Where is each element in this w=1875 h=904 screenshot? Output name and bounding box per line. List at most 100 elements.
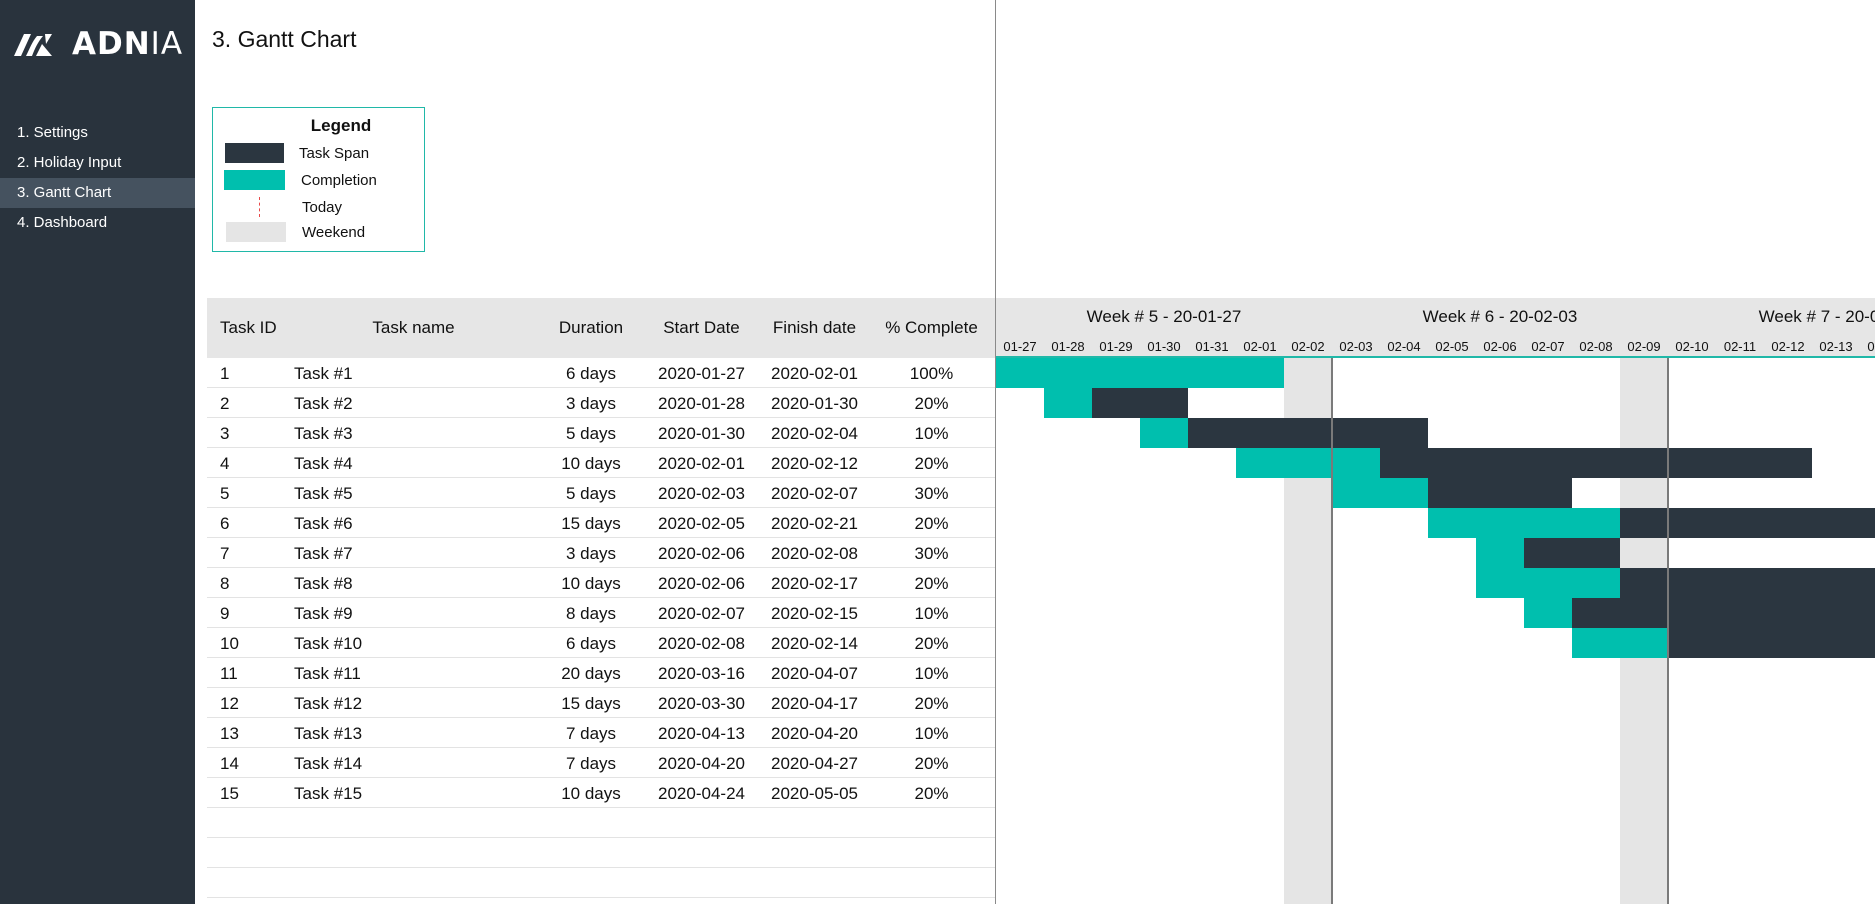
cell-finish-date[interactable]: 2020-02-21 (758, 508, 871, 538)
cell-task-id[interactable]: 8 (220, 568, 229, 598)
cell-task-name[interactable]: Task #1 (294, 358, 353, 388)
task-span-bar[interactable] (1428, 478, 1572, 508)
table-row[interactable]: 11 Task #11 20 days 2020-03-16 2020-04-07 10% (207, 658, 995, 688)
cell-task-name[interactable]: Task #5 (294, 478, 353, 508)
cell-task-name[interactable]: Task #4 (294, 448, 353, 478)
task-span-bar[interactable] (1620, 568, 1875, 598)
cell-task-name[interactable]: Task #9 (294, 598, 353, 628)
cell-duration[interactable]: 10 days (537, 568, 645, 598)
column-header-task-id[interactable]: Task ID (220, 298, 277, 358)
column-header-task-name[interactable]: Task name (307, 298, 520, 358)
cell-percent-complete[interactable]: 20% (871, 628, 992, 658)
table-row[interactable]: 13 Task #13 7 days 2020-04-13 2020-04-20 10% (207, 718, 995, 748)
cell-finish-date[interactable]: 2020-02-12 (758, 448, 871, 478)
cell-task-name[interactable]: Task #14 (294, 748, 362, 778)
cell-start-date[interactable]: 2020-02-03 (645, 478, 758, 508)
completion-bar[interactable] (1572, 628, 1668, 658)
cell-percent-complete[interactable]: 20% (871, 748, 992, 778)
cell-task-id[interactable]: 13 (220, 718, 239, 748)
task-span-bar[interactable] (1668, 628, 1875, 658)
cell-duration[interactable]: 5 days (537, 418, 645, 448)
empty-table-row[interactable] (207, 838, 995, 868)
table-row[interactable]: 5 Task #5 5 days 2020-02-03 2020-02-07 30% (207, 478, 995, 508)
cell-duration[interactable]: 6 days (537, 358, 645, 388)
cell-finish-date[interactable]: 2020-04-17 (758, 688, 871, 718)
cell-task-id[interactable]: 9 (220, 598, 229, 628)
table-row[interactable]: 1 Task #1 6 days 2020-01-27 2020-02-01 100% (207, 358, 995, 388)
cell-task-name[interactable]: Task #2 (294, 388, 353, 418)
cell-percent-complete[interactable]: 10% (871, 718, 992, 748)
cell-task-id[interactable]: 7 (220, 538, 229, 568)
cell-start-date[interactable]: 2020-02-06 (645, 568, 758, 598)
task-span-bar[interactable] (1572, 598, 1875, 628)
completion-bar[interactable] (1476, 568, 1620, 598)
pane-divider[interactable] (995, 0, 996, 904)
completion-bar[interactable] (1476, 538, 1524, 568)
cell-start-date[interactable]: 2020-04-24 (645, 778, 758, 808)
cell-duration[interactable]: 20 days (537, 658, 645, 688)
cell-task-id[interactable]: 11 (220, 658, 238, 688)
cell-task-name[interactable]: Task #12 (294, 688, 362, 718)
cell-percent-complete[interactable]: 20% (871, 448, 992, 478)
cell-task-id[interactable]: 14 (220, 748, 239, 778)
empty-table-row[interactable] (207, 808, 995, 838)
cell-percent-complete[interactable]: 30% (871, 478, 992, 508)
cell-percent-complete[interactable]: 10% (871, 418, 992, 448)
cell-task-name[interactable]: Task #10 (294, 628, 362, 658)
cell-task-id[interactable]: 3 (220, 418, 229, 448)
cell-start-date[interactable]: 2020-01-28 (645, 388, 758, 418)
column-header-finish-date[interactable]: Finish date (758, 298, 871, 358)
cell-percent-complete[interactable]: 100% (871, 358, 992, 388)
cell-percent-complete[interactable]: 30% (871, 538, 992, 568)
cell-finish-date[interactable]: 2020-05-05 (758, 778, 871, 808)
cell-task-name[interactable]: Task #3 (294, 418, 353, 448)
table-row[interactable]: 3 Task #3 5 days 2020-01-30 2020-02-04 10% (207, 418, 995, 448)
cell-start-date[interactable]: 2020-02-01 (645, 448, 758, 478)
task-span-bar[interactable] (1092, 388, 1188, 418)
cell-finish-date[interactable]: 2020-04-27 (758, 748, 871, 778)
cell-task-id[interactable]: 1 (220, 358, 229, 388)
cell-duration[interactable]: 10 days (537, 448, 645, 478)
cell-finish-date[interactable]: 2020-02-01 (758, 358, 871, 388)
cell-percent-complete[interactable]: 10% (871, 658, 992, 688)
table-row[interactable]: 9 Task #9 8 days 2020-02-07 2020-02-15 10% (207, 598, 995, 628)
completion-bar[interactable] (1524, 598, 1572, 628)
cell-duration[interactable]: 8 days (537, 598, 645, 628)
cell-finish-date[interactable]: 2020-04-07 (758, 658, 871, 688)
cell-duration[interactable]: 15 days (537, 508, 645, 538)
cell-duration[interactable]: 6 days (537, 628, 645, 658)
table-row[interactable]: 15 Task #15 10 days 2020-04-24 2020-05-05 20% (207, 778, 995, 808)
empty-table-row[interactable] (207, 868, 995, 898)
cell-finish-date[interactable]: 2020-02-07 (758, 478, 871, 508)
cell-task-id[interactable]: 4 (220, 448, 229, 478)
cell-start-date[interactable]: 2020-04-13 (645, 718, 758, 748)
column-header-start-date[interactable]: Start Date (645, 298, 758, 358)
cell-start-date[interactable]: 2020-03-30 (645, 688, 758, 718)
cell-percent-complete[interactable]: 20% (871, 388, 992, 418)
cell-start-date[interactable]: 2020-02-05 (645, 508, 758, 538)
cell-start-date[interactable]: 2020-02-07 (645, 598, 758, 628)
table-row[interactable]: 14 Task #14 7 days 2020-04-20 2020-04-27 20% (207, 748, 995, 778)
table-row[interactable]: 4 Task #4 10 days 2020-02-01 2020-02-12 20% (207, 448, 995, 478)
cell-task-name[interactable]: Task #11 (294, 658, 361, 688)
cell-duration[interactable]: 15 days (537, 688, 645, 718)
sidebar-item-dashboard[interactable]: 4. Dashboard (0, 208, 195, 238)
completion-bar[interactable] (1428, 508, 1620, 538)
cell-finish-date[interactable]: 2020-01-30 (758, 388, 871, 418)
cell-task-name[interactable]: Task #15 (294, 778, 362, 808)
table-row[interactable]: 7 Task #7 3 days 2020-02-06 2020-02-08 30% (207, 538, 995, 568)
cell-task-name[interactable]: Task #6 (294, 508, 353, 538)
cell-start-date[interactable]: 2020-03-16 (645, 658, 758, 688)
cell-duration[interactable]: 5 days (537, 478, 645, 508)
task-span-bar[interactable] (1380, 448, 1812, 478)
cell-start-date[interactable]: 2020-02-08 (645, 628, 758, 658)
completion-bar[interactable] (1236, 448, 1380, 478)
completion-bar[interactable] (1140, 418, 1188, 448)
cell-finish-date[interactable]: 2020-04-20 (758, 718, 871, 748)
cell-task-name[interactable]: Task #13 (294, 718, 362, 748)
cell-finish-date[interactable]: 2020-02-15 (758, 598, 871, 628)
table-row[interactable]: 2 Task #2 3 days 2020-01-28 2020-01-30 20% (207, 388, 995, 418)
sidebar-item-settings[interactable]: 1. Settings (0, 118, 195, 148)
cell-finish-date[interactable]: 2020-02-08 (758, 538, 871, 568)
cell-percent-complete[interactable]: 10% (871, 598, 992, 628)
